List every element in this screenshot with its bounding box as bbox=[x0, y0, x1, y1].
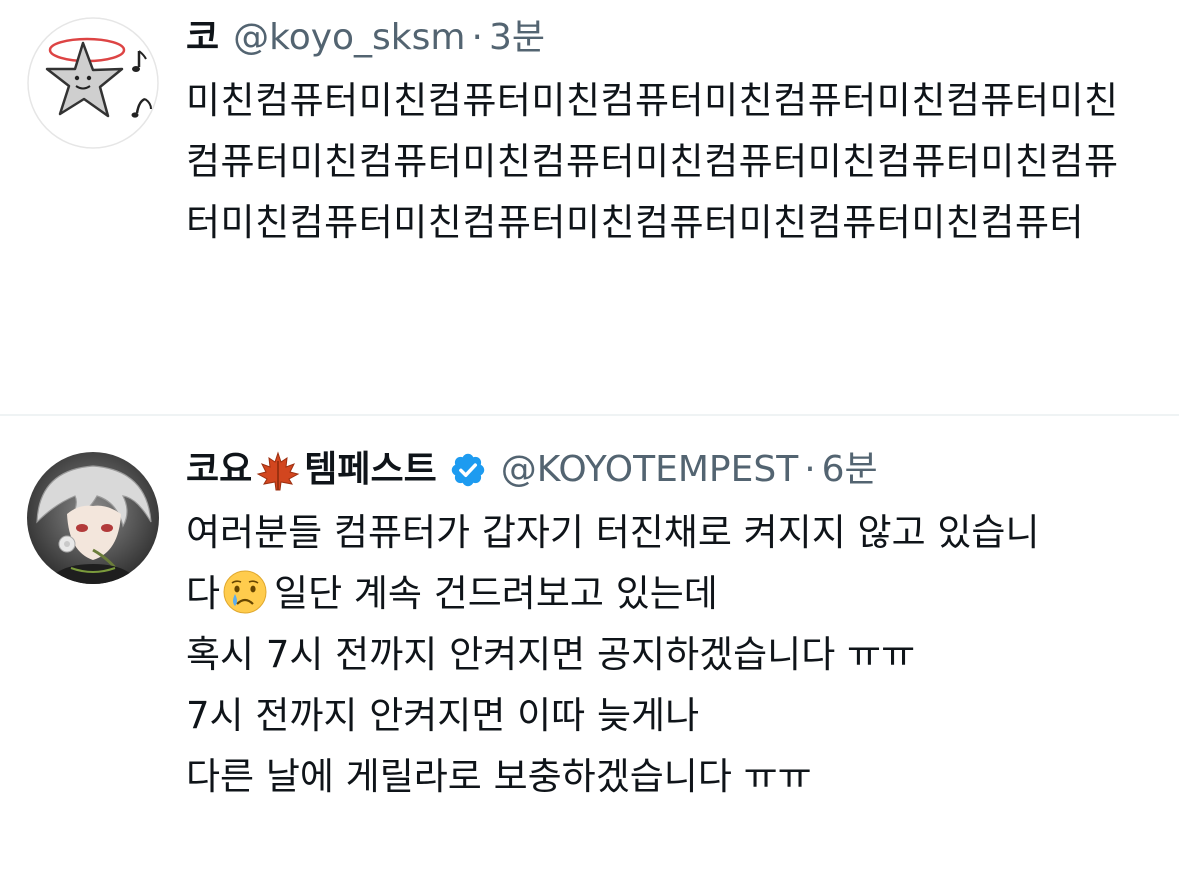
tweet-line: 다른 날에 게릴라로 보충하겠습니다 ㅠㅠ bbox=[186, 755, 812, 798]
display-name-part: 템페스트 bbox=[304, 449, 437, 490]
verified-badge-icon bbox=[451, 453, 484, 487]
tweet[interactable]: 코 @koyo_sksm · 3분 미친컴퓨터미친컴퓨터미친컴퓨터미친컴퓨터미친… bbox=[0, 0, 1179, 414]
tweet-line: 7시 전까지 안켜지면 이따 늦게나 bbox=[186, 694, 700, 737]
tweet-text: 여러분들 컴퓨터가 갑자기 터진채로 켜지지 않고 있습니 다 일단 계속 건드… bbox=[186, 502, 1149, 807]
maple-leaf-icon bbox=[256, 451, 300, 491]
star-doodle-avatar-icon bbox=[27, 17, 159, 149]
tweet-header: 코 @koyo_sksm · 3분 bbox=[186, 12, 1149, 64]
timestamp[interactable]: 3분 bbox=[489, 12, 545, 64]
display-name-part: 코요 bbox=[186, 449, 253, 490]
display-name[interactable]: 코 bbox=[186, 12, 219, 64]
tweet-header: 코요 템페스트 @KOYOTEMPEST · 6분 bbox=[186, 444, 1149, 496]
handle[interactable]: @KOYOTEMPEST bbox=[501, 444, 798, 496]
avatar[interactable] bbox=[27, 17, 159, 149]
display-name[interactable]: 코요 템페스트 bbox=[186, 444, 437, 496]
avatar[interactable] bbox=[27, 452, 159, 584]
tweet-line: 여러분들 컴퓨터가 갑자기 터진채로 켜지지 않고 있습니 bbox=[186, 511, 1040, 554]
tweet-line: 다 일단 계속 건드려보고 있는데 bbox=[186, 563, 1149, 624]
tweet-line: 혹시 7시 전까지 안켜지면 공지하겠습니다 ㅠㅠ bbox=[186, 633, 916, 676]
crying-face-icon bbox=[223, 570, 267, 614]
tweet[interactable]: 코요 템페스트 @KOYOTEMPEST · 6분 여러분들 컴퓨터가 갑자기 … bbox=[0, 416, 1179, 886]
tweet-line-text: 다 bbox=[186, 572, 221, 615]
anime-character-avatar-icon bbox=[27, 452, 159, 584]
handle[interactable]: @koyo_sksm bbox=[233, 12, 465, 64]
tweet-text: 미친컴퓨터미친컴퓨터미친컴퓨터미친컴퓨터미친컴퓨터미친컴퓨터미친컴퓨터미친컴퓨터… bbox=[186, 79, 1119, 244]
tweet-line-text: 일단 계속 건드려보고 있는데 bbox=[274, 572, 718, 615]
separator-dot: · bbox=[471, 17, 483, 58]
separator-dot: · bbox=[804, 449, 816, 490]
timestamp[interactable]: 6분 bbox=[822, 444, 878, 496]
